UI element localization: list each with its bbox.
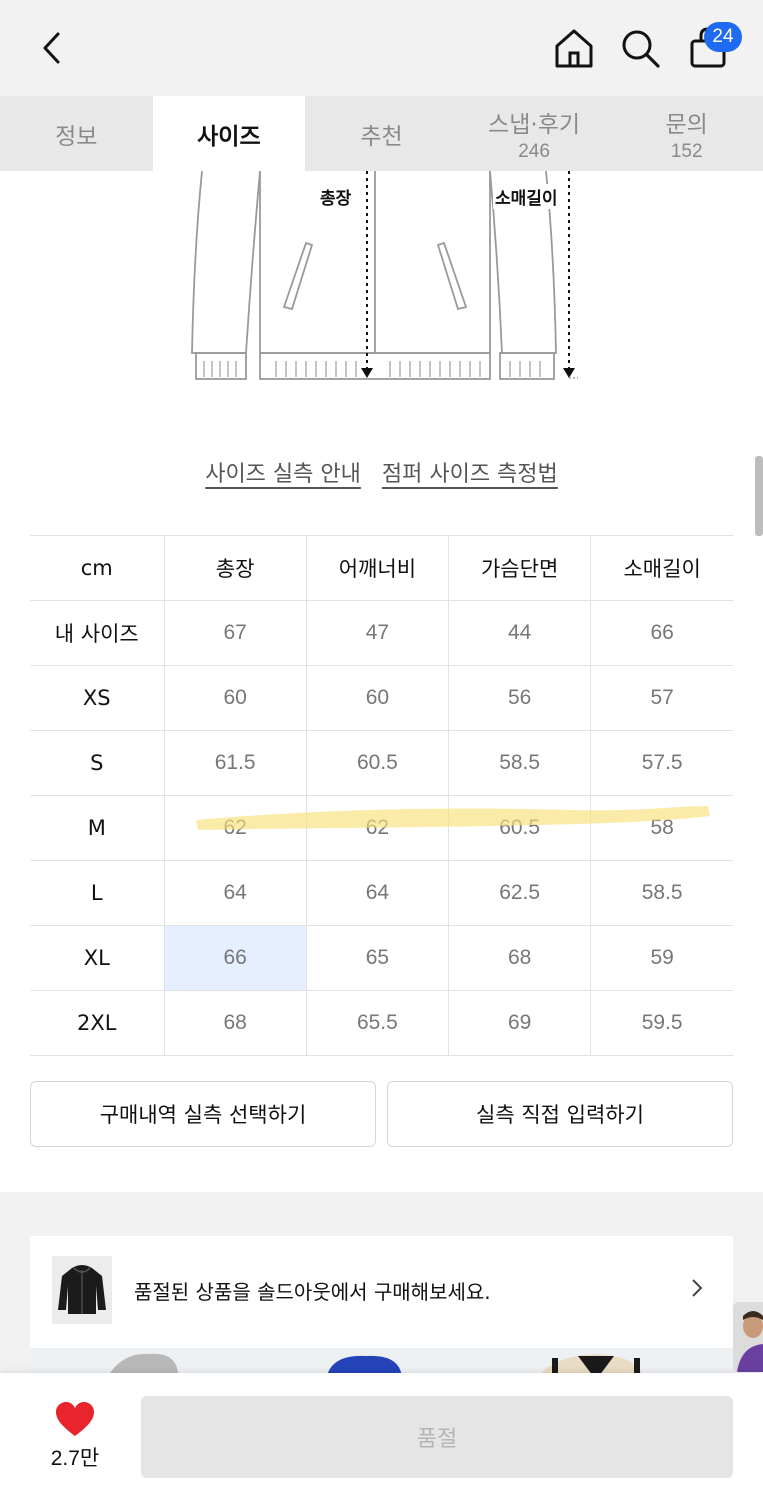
table-header-cell: 총장 <box>163 535 307 601</box>
bottom-action-bar: 2.7만 품절 <box>0 1373 763 1500</box>
table-cell: 57.5 <box>590 730 733 796</box>
like-count: 2.7만 <box>50 1447 100 1470</box>
table-cell: 68 <box>447 925 591 991</box>
table-cell: 60.5 <box>447 795 591 861</box>
row-label: XL <box>30 925 164 991</box>
table-cell: 66 <box>590 600 733 666</box>
tab-inquiry[interactable]: 문의 152 <box>610 96 763 171</box>
table-cell: 62 <box>305 795 449 861</box>
tab-label: 사이즈 <box>197 123 261 150</box>
table-row: 내 사이즈 67 47 44 66 <box>30 600 733 666</box>
table-cell: 62 <box>163 795 307 861</box>
button-label: 구매내역 실측 선택하기 <box>99 1103 307 1127</box>
size-table: cm 총장 어깨너비 가슴단면 소매길이 내 사이즈 67 47 44 66 X… <box>30 535 733 1056</box>
soldout-button[interactable]: 품절 <box>141 1396 733 1478</box>
table-cell: 60.5 <box>305 730 449 796</box>
table-cell: 44 <box>447 600 591 666</box>
table-cell: 58 <box>590 795 733 861</box>
size-guide-link[interactable]: 사이즈 실측 안내 <box>205 462 361 487</box>
chevron-right-icon <box>692 1279 703 1297</box>
back-button[interactable] <box>32 26 72 70</box>
jacket-thumbnail-image <box>58 1265 106 1314</box>
row-label: 2XL <box>30 990 164 1056</box>
tab-count: 246 <box>518 140 550 162</box>
jumper-measure-link[interactable]: 점퍼 사이즈 측정법 <box>382 462 558 487</box>
purchase-history-measure-button[interactable]: 구매내역 실측 선택하기 <box>30 1081 376 1147</box>
tab-recommend[interactable]: 추천 <box>305 96 458 171</box>
floating-model-thumbnail[interactable] <box>733 1302 763 1372</box>
button-label: 실측 직접 입력하기 <box>476 1103 644 1127</box>
sleeve-measure-label: 소매길이 <box>493 184 560 209</box>
tab-label: 추천 <box>360 123 403 150</box>
search-button[interactable] <box>618 24 664 72</box>
top-bar: 24 <box>0 0 763 96</box>
table-header-cell: cm <box>30 535 164 601</box>
row-label: XS <box>30 665 164 731</box>
home-button[interactable] <box>552 24 596 72</box>
row-label: L <box>30 860 164 926</box>
table-cell: 65.5 <box>305 990 449 1056</box>
tab-label: 스냅·후기 <box>488 111 581 138</box>
length-measure-label: 총장 <box>318 184 354 209</box>
tab-label: 문의 <box>665 111 708 138</box>
tab-info[interactable]: 정보 <box>0 96 153 171</box>
table-header-cell: 소매길이 <box>590 535 733 601</box>
row-label: 내 사이즈 <box>30 600 164 666</box>
table-cell: 56 <box>447 665 591 731</box>
table-cell: 61.5 <box>163 730 307 796</box>
button-label: 품절 <box>416 1427 458 1452</box>
table-cell: 59 <box>590 925 733 991</box>
table-cell: 58.5 <box>590 860 733 926</box>
tab-label: 정보 <box>55 123 98 150</box>
manual-measure-input-button[interactable]: 실측 직접 입력하기 <box>387 1081 733 1147</box>
table-cell: 60 <box>163 665 307 731</box>
chevron-left-icon <box>43 32 60 64</box>
tab-size[interactable]: 사이즈 <box>152 96 306 171</box>
row-label: S <box>30 730 164 796</box>
table-cell: 65 <box>305 925 449 991</box>
model-photo <box>733 1302 763 1372</box>
table-row: M 62 62 60.5 58 <box>30 795 733 861</box>
product-thumbnail <box>52 1256 112 1324</box>
table-cell: 68 <box>163 990 307 1056</box>
tab-count: 152 <box>670 140 703 162</box>
promo-text: 품절된 상품을 솔드아웃에서 구매해보세요. <box>134 1280 491 1304</box>
table-cell: 59.5 <box>590 990 733 1056</box>
table-cell: 60 <box>305 665 449 731</box>
search-icon <box>622 30 660 68</box>
like-button[interactable]: 2.7만 <box>30 1398 120 1478</box>
table-header-row: cm 총장 어깨너비 가슴단면 소매길이 <box>30 535 733 601</box>
table-cell: 47 <box>305 600 449 666</box>
table-cell: 64 <box>305 860 449 926</box>
selected-table-cell: 66 <box>163 925 307 991</box>
soldout-promo-banner[interactable]: 품절된 상품을 솔드아웃에서 구매해보세요. <box>30 1236 733 1348</box>
heart-icon <box>56 1402 94 1436</box>
tab-bar: 정보 사이즈 추천 스냅·후기 246 문의 152 <box>0 96 763 171</box>
table-cell: 62.5 <box>447 860 591 926</box>
jacket-measurement-illustration: 총장 소매길이 <box>180 171 590 386</box>
table-cell: 67 <box>163 600 307 666</box>
table-header-cell: 어깨너비 <box>305 535 449 601</box>
table-cell: 69 <box>447 990 591 1056</box>
table-cell: 57 <box>590 665 733 731</box>
table-row: 2XL 68 65.5 69 59.5 <box>30 990 733 1056</box>
table-row: L 64 64 62.5 58.5 <box>30 860 733 926</box>
cart-count-badge: 24 <box>704 22 742 52</box>
size-guide-links: 사이즈 실측 안내 점퍼 사이즈 측정법 <box>0 456 763 488</box>
table-cell: 58.5 <box>447 730 591 796</box>
table-header-cell: 가슴단면 <box>447 535 591 601</box>
tab-snap-review[interactable]: 스냅·후기 246 <box>458 96 611 171</box>
table-row: XL 66 65 68 59 <box>30 925 733 991</box>
scrollbar[interactable] <box>755 456 763 536</box>
table-row: XS 60 60 56 57 <box>30 665 733 731</box>
table-cell: 64 <box>163 860 307 926</box>
table-row: S 61.5 60.5 58.5 57.5 <box>30 730 733 796</box>
row-label: M <box>30 795 164 861</box>
home-icon <box>555 29 593 68</box>
